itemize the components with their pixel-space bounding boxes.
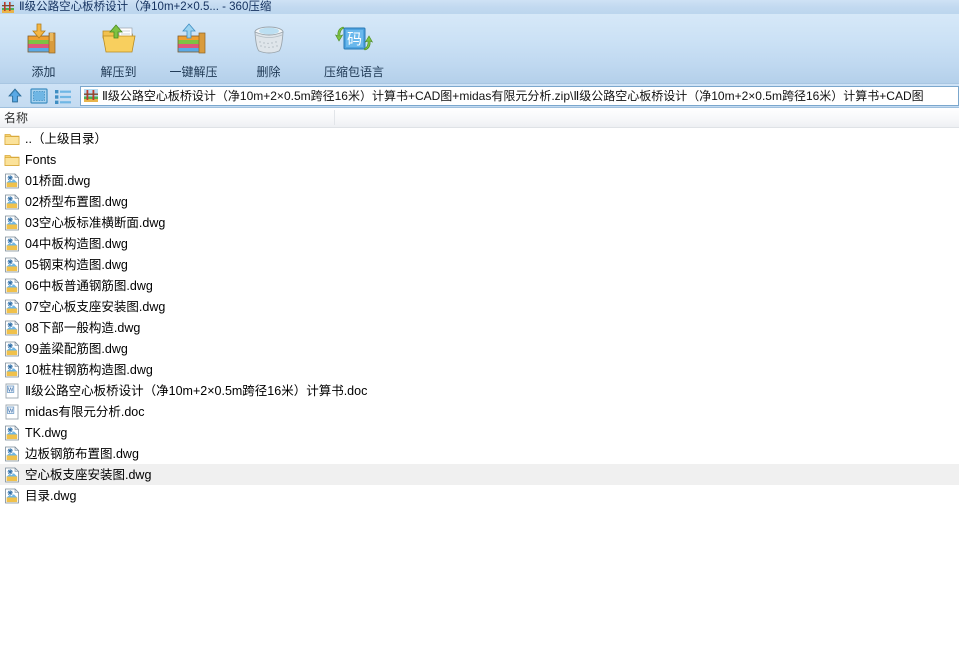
dwg-file-icon <box>4 319 20 336</box>
address-path-text: Ⅱ级公路空心板桥设计（净10m+2×0.5m跨径16米）计算书+CAD图+mid… <box>102 88 924 103</box>
file-row[interactable]: Fonts <box>0 149 959 170</box>
dwg-file-icon <box>4 487 20 504</box>
dwg-file-icon <box>4 361 20 378</box>
file-name: 04中板构造图.dwg <box>25 236 128 251</box>
dwg-file-icon <box>4 298 20 315</box>
doc-file-icon: W <box>4 383 20 399</box>
bridge-icon <box>84 89 98 102</box>
file-name: Ⅱ级公路空心板桥设计（净10m+2×0.5m跨径16米）计算书.doc <box>25 383 368 398</box>
address-input[interactable]: Ⅱ级公路空心板桥设计（净10m+2×0.5m跨径16米）计算书+CAD图+mid… <box>80 85 959 106</box>
file-name: ..（上级目录） <box>25 131 107 146</box>
file-name: Fonts <box>25 152 57 167</box>
file-name: 01桥面.dwg <box>25 173 91 188</box>
view-panel-icon[interactable] <box>28 86 50 106</box>
trash-icon <box>249 20 289 58</box>
dwg-file-icon <box>4 256 20 273</box>
dwg-file-icon <box>4 424 20 441</box>
file-name: 空心板支座安装图.dwg <box>25 467 152 482</box>
file-name: 目录.dwg <box>25 488 77 503</box>
list-view-icon[interactable] <box>52 86 74 106</box>
add-button-label: 添加 <box>31 65 56 79</box>
archive-language-icon: 码 <box>334 20 374 58</box>
dwg-file-icon <box>4 340 20 357</box>
doc-file-icon: W <box>4 404 20 420</box>
file-name: 02桥型布置图.dwg <box>25 194 128 209</box>
file-row[interactable]: 06中板普通钢筋图.dwg <box>0 275 959 296</box>
bridge-icon <box>2 1 14 13</box>
dwg-file-icon <box>4 277 20 294</box>
column-divider[interactable] <box>334 110 335 125</box>
add-archive-icon <box>24 20 64 58</box>
dwg-file-icon <box>4 445 20 462</box>
file-name: 09盖梁配筋图.dwg <box>25 341 128 356</box>
add-button[interactable]: 添加 <box>6 14 81 80</box>
file-name: 03空心板标准横断面.dwg <box>25 215 166 230</box>
dwg-file-icon <box>4 193 20 210</box>
archive-language-button[interactable]: 码 压缩包语言 <box>306 14 402 80</box>
file-row[interactable]: 空心板支座安装图.dwg <box>0 464 959 485</box>
one-click-extract-button[interactable]: 一键解压 <box>156 14 231 80</box>
svg-text:W: W <box>8 387 14 393</box>
file-row[interactable]: 03空心板标准横断面.dwg <box>0 212 959 233</box>
archive-language-button-label: 压缩包语言 <box>323 65 384 79</box>
file-name: midas有限元分析.doc <box>25 404 145 419</box>
file-row[interactable]: W Ⅱ级公路空心板桥设计（净10m+2×0.5m跨径16米）计算书.doc <box>0 380 959 401</box>
file-row[interactable]: Wmidas有限元分析.doc <box>0 401 959 422</box>
address-bar-row: Ⅱ级公路空心板桥设计（净10m+2×0.5m跨径16米）计算书+CAD图+mid… <box>0 84 959 108</box>
one-click-extract-button-label: 一键解压 <box>169 65 218 79</box>
svg-text:码: 码 <box>347 31 362 48</box>
file-row[interactable]: 07空心板支座安装图.dwg <box>0 296 959 317</box>
dwg-file-icon <box>4 172 20 189</box>
file-row[interactable]: TK.dwg <box>0 422 959 443</box>
file-name: 08下部一般构造.dwg <box>25 320 141 335</box>
file-row[interactable]: 01桥面.dwg <box>0 170 959 191</box>
column-header-name[interactable]: 名称 <box>0 108 334 128</box>
delete-button-label: 删除 <box>256 65 281 79</box>
file-list[interactable]: ..（上级目录） Fonts 01桥面.dwg 02桥型布置图.dwg 03空心板标准横… <box>0 128 959 645</box>
file-name: 06中板普通钢筋图.dwg <box>25 278 153 293</box>
folder-icon <box>4 131 20 147</box>
extract-to-button-label: 解压到 <box>100 65 137 79</box>
file-name: TK.dwg <box>25 425 68 440</box>
file-row[interactable]: 08下部一般构造.dwg <box>0 317 959 338</box>
delete-button[interactable]: 删除 <box>231 14 306 80</box>
file-row[interactable]: 04中板构造图.dwg <box>0 233 959 254</box>
file-name: 10桩柱钢筋构造图.dwg <box>25 362 153 377</box>
file-row[interactable]: 10桩柱钢筋构造图.dwg <box>0 359 959 380</box>
dwg-file-icon <box>4 235 20 252</box>
file-name: 边板钢筋布置图.dwg <box>25 446 139 461</box>
file-row[interactable]: ..（上级目录） <box>0 128 959 149</box>
one-click-extract-icon <box>174 20 214 58</box>
title-bar: Ⅱ级公路空心板桥设计（净10m+2×0.5... - 360压缩 <box>0 0 959 14</box>
file-name: 05钢束构造图.dwg <box>25 257 128 272</box>
dwg-file-icon <box>4 466 20 483</box>
extract-to-folder-icon <box>99 20 139 58</box>
file-row[interactable]: 05钢束构造图.dwg <box>0 254 959 275</box>
file-row[interactable]: 02桥型布置图.dwg <box>0 191 959 212</box>
dwg-file-icon <box>4 214 20 231</box>
up-arrow-icon[interactable] <box>4 86 26 106</box>
column-header-row: 名称 <box>0 108 959 128</box>
svg-text:W: W <box>8 408 14 414</box>
file-row[interactable]: 边板钢筋布置图.dwg <box>0 443 959 464</box>
window-title: Ⅱ级公路空心板桥设计（净10m+2×0.5... - 360压缩 <box>19 1 272 13</box>
extract-to-button[interactable]: 解压到 <box>81 14 156 80</box>
file-row[interactable]: 09盖梁配筋图.dwg <box>0 338 959 359</box>
file-name: 07空心板支座安装图.dwg <box>25 299 166 314</box>
file-row[interactable]: 目录.dwg <box>0 485 959 506</box>
folder-icon <box>4 152 20 168</box>
main-toolbar: 添加 解压到 一键解压 删除 码 压缩包语言 <box>0 14 959 84</box>
